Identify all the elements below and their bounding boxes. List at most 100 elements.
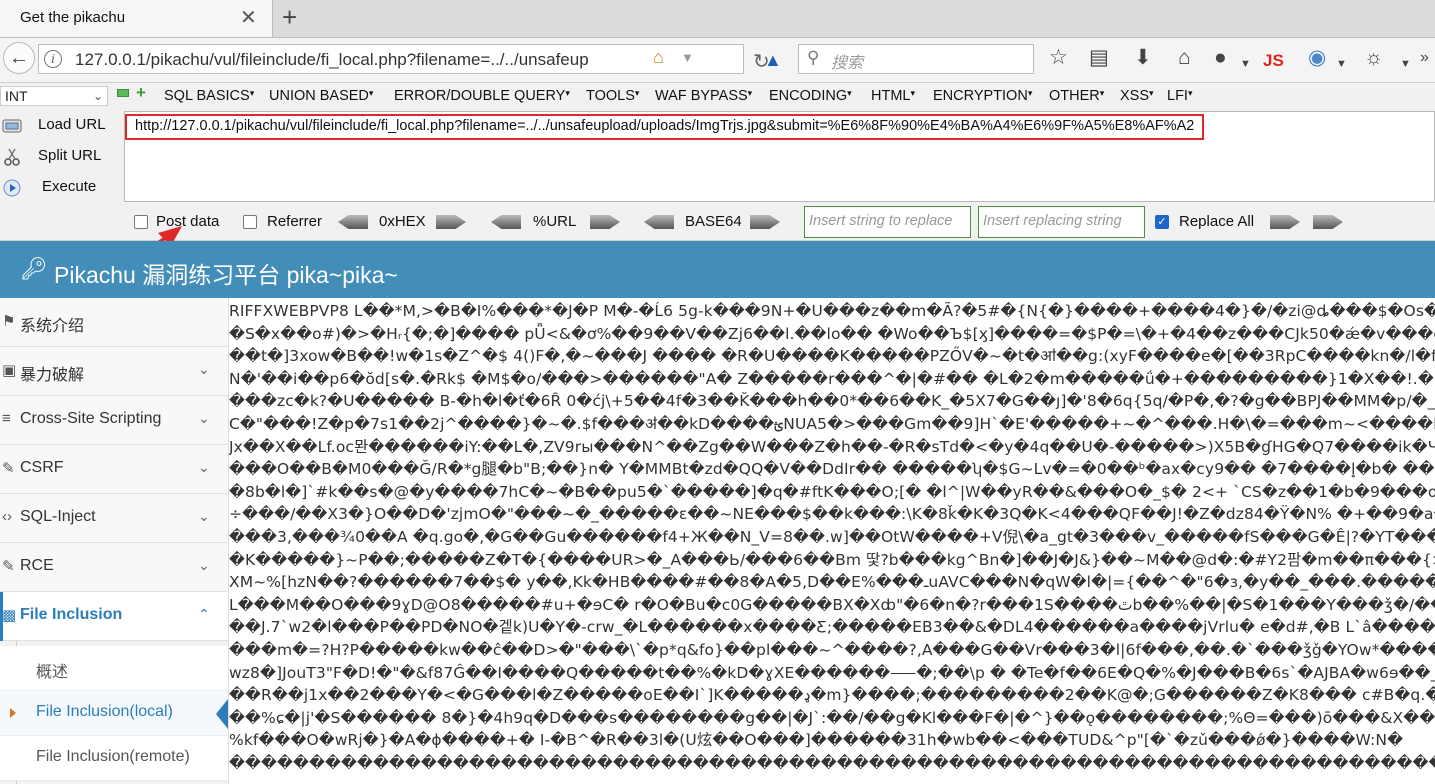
expand-icon[interactable]: + bbox=[136, 83, 146, 103]
active-pointer-icon bbox=[216, 699, 228, 729]
tag-icon: ⚑ bbox=[2, 313, 16, 330]
hex-decode-arrow-icon[interactable] bbox=[338, 215, 368, 229]
output-line: ����������������������������������������… bbox=[229, 753, 1435, 772]
split-url-button[interactable]: Split URL bbox=[0, 144, 118, 170]
menu-encryption[interactable]: ENCRYPTION▾ bbox=[933, 88, 1032, 104]
menu-waf-bypass[interactable]: WAF BYPASS▾ bbox=[655, 88, 752, 104]
url-value-highlight[interactable]: http://127.0.0.1/pikachu/vul/fileinclude… bbox=[125, 114, 1205, 140]
current-marker-icon bbox=[10, 708, 16, 718]
address-bar[interactable]: i 127.0.0.1/pikachu/vul/fileinclude/fi_l… bbox=[38, 44, 770, 74]
hex-encode-arrow-icon[interactable] bbox=[436, 215, 466, 229]
menu-overflow-icon[interactable]: » bbox=[1420, 46, 1429, 70]
chevron-down-icon: ⌄ bbox=[198, 361, 210, 377]
replace-find-input[interactable]: Insert string to replace bbox=[804, 206, 971, 238]
load-url-button[interactable]: Load URL bbox=[0, 113, 118, 139]
submenu-item-label: 概述 bbox=[36, 664, 69, 681]
base64-encode-arrow-icon[interactable] bbox=[750, 215, 780, 229]
sidebar-item-sql-inject[interactable]: ‹› SQL-Inject ⌄ bbox=[0, 494, 228, 543]
menu-html[interactable]: HTML▾ bbox=[871, 88, 915, 104]
sidebar-item-label: Cross-Site Scripting bbox=[20, 410, 162, 427]
output-line: ���m�=?H?P�����kw��ĉ��D>�"���\`�p*q&fo}�… bbox=[229, 640, 1435, 659]
address-text[interactable]: 127.0.0.1/pikachu/vul/fileinclude/fi_loc… bbox=[75, 50, 651, 70]
menu-xss[interactable]: XSS▾ bbox=[1120, 88, 1154, 104]
submenu-item-file-inclusion-remote[interactable]: File Inclusion(remote) bbox=[0, 736, 228, 781]
menu-tools[interactable]: TOOLS▾ bbox=[586, 88, 639, 104]
new-tab-button[interactable]: + bbox=[282, 1, 297, 33]
output-line: ��J.7`w2�l���P��PD�NO�겥k)U�Y�-crw_�L����… bbox=[229, 618, 1435, 637]
sidebar-item-file-inclusion[interactable]: ▩ File Inclusion ⌃ bbox=[0, 592, 228, 641]
base64-decode-arrow-icon[interactable] bbox=[644, 215, 674, 229]
replace-with-input[interactable]: Insert replacing string bbox=[978, 206, 1145, 238]
referrer-label: Referrer bbox=[267, 213, 323, 230]
url-decode-arrow-icon[interactable] bbox=[491, 215, 521, 229]
chevron-down-icon: ⌄ bbox=[198, 410, 210, 426]
replace-forward-arrow-icon[interactable] bbox=[1270, 215, 1300, 229]
tab-close-icon[interactable]: ✕ bbox=[240, 5, 257, 30]
split-url-label: Split URL bbox=[38, 147, 102, 164]
output-line: RIFFXWEBPVP8 L��*M,>�B�I%���*�J�P M�-�Ĺ6… bbox=[229, 302, 1435, 320]
sidebar-item-intro[interactable]: ⚑ 系统介绍 bbox=[0, 298, 228, 347]
menu-encoding[interactable]: ENCODING▾ bbox=[769, 88, 852, 104]
key-icon: 🔑︎ bbox=[20, 256, 48, 281]
replace-all-checkbox[interactable]: ✓ bbox=[1155, 215, 1169, 229]
url-encode-arrow-icon[interactable] bbox=[590, 215, 620, 229]
injection-type-select[interactable]: INT ⌄ bbox=[0, 86, 108, 106]
chevron-down-icon[interactable]: ▼ bbox=[1400, 52, 1411, 76]
url-encode-label: %URL bbox=[533, 213, 577, 230]
load-url-label: Load URL bbox=[38, 116, 106, 133]
menu-error-double-query[interactable]: ERROR/DOUBLE QUERY▾ bbox=[394, 88, 570, 104]
menu-sql-basics[interactable]: SQL BASICS▾ bbox=[164, 88, 254, 104]
download-icon[interactable]: ⬇ bbox=[1134, 46, 1152, 70]
output-line: �8b�l�]`#k��s�@�y����7hC�~�B��pu5�`�����… bbox=[229, 482, 1435, 501]
collapse-icon[interactable] bbox=[117, 89, 129, 97]
chevron-down-icon: ⌄ bbox=[198, 459, 210, 475]
star-icon[interactable]: ☆ bbox=[1049, 46, 1068, 70]
output-line: L���M��O���9ɣD@O8�����#u+�ɘC� r�O�Bu�c0G… bbox=[229, 595, 1435, 614]
info-icon[interactable]: i bbox=[44, 50, 62, 68]
sidebar: ⚑ 系统介绍 ▣ 暴力破解 ⌄ ≡ Cross-Site Scripting ⌄… bbox=[0, 298, 229, 784]
sidebar-item-label: File Inclusion bbox=[20, 606, 123, 623]
menu-union-based[interactable]: UNION BASED▾ bbox=[269, 88, 373, 104]
sidebar-item-brute-force[interactable]: ▣ 暴力破解 ⌄ bbox=[0, 347, 228, 396]
sidebar-item-label: SQL-Inject bbox=[20, 508, 96, 525]
firebug-icon[interactable]: ◉ bbox=[1308, 46, 1326, 70]
sidebar-item-rce[interactable]: ✎ RCE ⌄ bbox=[0, 543, 228, 592]
menu-lfi[interactable]: LFI▾ bbox=[1167, 88, 1192, 104]
submenu-item-label: File Inclusion(local) bbox=[36, 703, 173, 720]
output-line: ���zc�k?�U����� B-�h�l�ť�6Ȓ 0�ćj\+5��4f�… bbox=[229, 392, 1435, 411]
chevron-down-icon: ⌄ bbox=[92, 89, 103, 103]
search-placeholder: 搜索 bbox=[831, 55, 864, 72]
js-icon[interactable]: JS bbox=[1263, 49, 1284, 73]
replace-next-arrow-icon[interactable] bbox=[1313, 215, 1343, 229]
chevron-down-icon: ⌄ bbox=[198, 508, 210, 524]
reading-list-icon[interactable]: ▤ bbox=[1089, 46, 1109, 70]
home-icon[interactable]: ⌂ bbox=[1178, 46, 1191, 70]
site-header: 🔑︎ Pikachu 漏洞练习平台 pika~pika~ bbox=[0, 241, 1435, 298]
output-line: C�"���!Z�p�7s1��2j^����}�~�.$f���ॳ��kD��… bbox=[229, 414, 1435, 433]
back-button[interactable]: ← bbox=[3, 42, 35, 74]
hackbar-panel: INT ⌄ + SQL BASICS▾ UNION BASED▾ ERROR/D… bbox=[0, 83, 1435, 311]
execute-button[interactable]: Execute bbox=[0, 175, 118, 201]
url-textarea[interactable]: http://127.0.0.1/pikachu/vul/fileinclude… bbox=[124, 111, 1435, 202]
referrer-checkbox[interactable] bbox=[243, 215, 257, 229]
submenu-item-label: File Inclusion(remote) bbox=[36, 748, 190, 765]
chevron-down-icon[interactable]: ▼ bbox=[1336, 52, 1347, 76]
globe-icon[interactable]: ● bbox=[1214, 46, 1227, 70]
sidebar-item-csrf[interactable]: ✎ CSRF ⌄ bbox=[0, 445, 228, 494]
submenu-item-file-inclusion-local[interactable]: File Inclusion(local) bbox=[0, 691, 228, 736]
tab-active[interactable]: Get the pikachu ✕ bbox=[0, 0, 273, 37]
menu-other[interactable]: OTHER▾ bbox=[1049, 88, 1104, 104]
output-line: ���O��B�M0���Ğ/R�*g腿�b"B;��}n� Y�MMBt�zd… bbox=[229, 460, 1435, 479]
sidebar-item-label: 系统介绍 bbox=[20, 318, 85, 335]
execute-label: Execute bbox=[42, 178, 97, 195]
chevron-down-icon[interactable]: ▼ bbox=[1240, 52, 1251, 76]
site-title[interactable]: Pikachu 漏洞练习平台 pika~pika~ bbox=[54, 256, 398, 290]
home-icon[interactable]: ⌂ bbox=[653, 47, 664, 68]
submenu-item-overview[interactable]: 概述 bbox=[0, 646, 228, 691]
search-box[interactable]: ⚲ 搜索 bbox=[798, 44, 1034, 74]
sidebar-item-xss[interactable]: ≡ Cross-Site Scripting ⌄ bbox=[0, 396, 228, 445]
chevron-down-icon[interactable]: ▼ bbox=[681, 50, 694, 65]
palette-icon[interactable]: ☼ bbox=[1364, 46, 1383, 70]
output-line: ��%ɕ�|j'�S������ 8�}�4h9q�D���s��������g… bbox=[229, 708, 1435, 727]
extension-icon[interactable]: ▲ bbox=[764, 50, 782, 71]
